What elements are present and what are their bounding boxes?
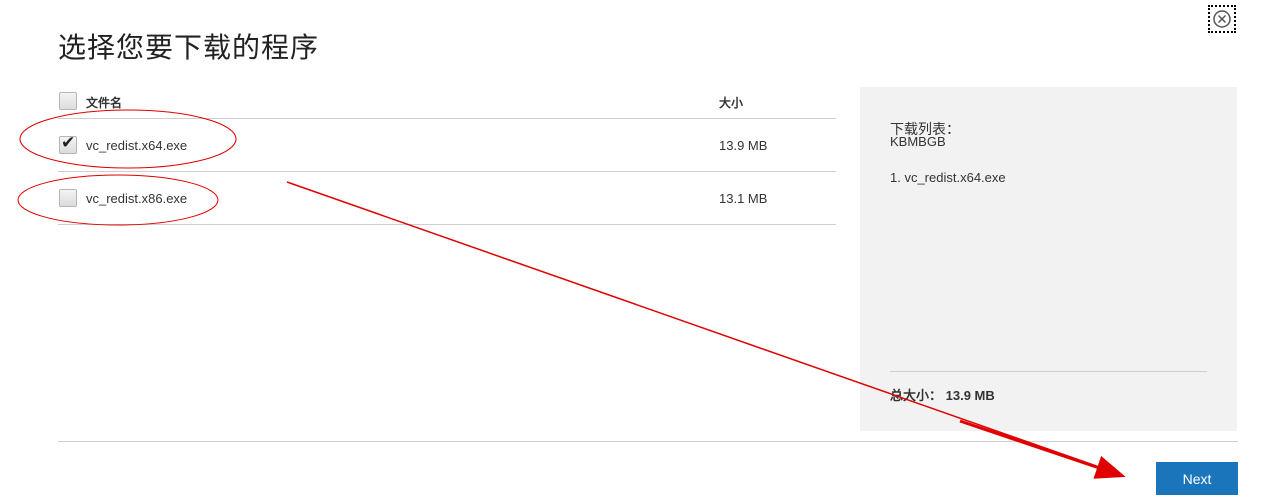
row-checkbox-x86[interactable] (59, 189, 77, 207)
footer-divider (58, 441, 1238, 442)
table-header: 文件名 大小 (58, 84, 836, 119)
download-list-size: KBMBGB (890, 134, 946, 149)
select-all-checkbox[interactable] (59, 92, 77, 110)
close-icon[interactable] (1212, 9, 1232, 29)
total-size: 总大小： 13.9 MB (890, 385, 995, 404)
header-size: 大小 (719, 96, 744, 110)
panel-divider (890, 371, 1207, 372)
next-button[interactable]: Next (1156, 462, 1238, 495)
close-button[interactable] (1208, 5, 1236, 33)
download-list-item: 1. vc_redist.x64.exe (890, 170, 1006, 185)
total-size-value: 13.9 MB (945, 388, 995, 403)
row-checkbox-x64[interactable]: ✔ (59, 133, 77, 154)
checkmark-icon: ✔ (61, 133, 76, 152)
file-name: vc_redist.x64.exe (86, 137, 188, 153)
file-name: vc_redist.x86.exe (86, 190, 188, 206)
file-size: 13.9 MB (719, 137, 768, 153)
total-size-label: 总大小： (890, 389, 943, 404)
table-row[interactable]: vc_redist.x86.exe 13.1 MB (58, 172, 836, 225)
file-table: 文件名 大小 ✔ vc_redist.x64.exe 13.9 MB vc_re… (58, 84, 836, 225)
page-title: 选择您要下载的程序 (58, 31, 320, 64)
header-filename: 文件名 (86, 96, 123, 110)
download-list-panel: 下载列表： KBMBGB 1. vc_redist.x64.exe 总大小： 1… (860, 87, 1237, 431)
file-size: 13.1 MB (719, 190, 768, 206)
table-row[interactable]: ✔ vc_redist.x64.exe 13.9 MB (58, 119, 836, 172)
